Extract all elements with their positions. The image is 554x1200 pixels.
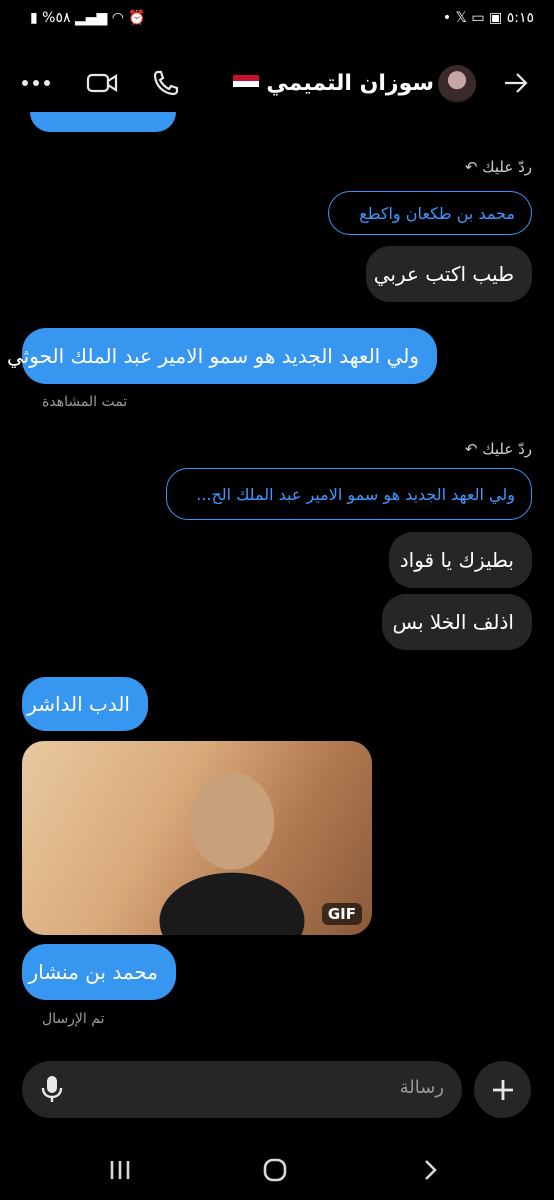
message-text: طيب اكتب عربي bbox=[373, 262, 514, 286]
sent-status: تم الإرسال bbox=[42, 1011, 105, 1027]
partial-outgoing-bubble bbox=[30, 112, 176, 132]
contact-name-text: سوزان التميمي bbox=[266, 71, 434, 96]
dot-icon: • bbox=[442, 10, 452, 26]
arrow-right-icon[interactable] bbox=[500, 67, 532, 99]
reply-label-text: ردّ عليك bbox=[482, 158, 532, 176]
reply-label: ردّ عليك ↶ bbox=[465, 158, 532, 176]
message-input[interactable]: رسالة bbox=[400, 1077, 444, 1098]
reply-quote-text: محمد بن طكعان واكطع bbox=[359, 203, 515, 223]
x-app-icon: 𝕏 bbox=[455, 10, 467, 26]
status-right: • 𝕏 ▭ ▣ ٥:١٥ bbox=[443, 10, 534, 26]
recents-nav-button[interactable] bbox=[100, 1152, 140, 1188]
contact-name[interactable]: سوزان التميمي bbox=[225, 71, 434, 96]
chat-header: سوزان التميمي bbox=[0, 55, 554, 115]
incoming-message[interactable]: طيب اكتب عربي bbox=[366, 246, 532, 302]
clock-time: ٥:١٥ bbox=[506, 10, 534, 26]
reply-arrow-icon: ↶ bbox=[464, 440, 478, 458]
battery-level: %٥٨ bbox=[42, 10, 71, 26]
image-icon: ▣ bbox=[489, 10, 503, 26]
back-nav-button[interactable] bbox=[410, 1152, 450, 1188]
plus-icon bbox=[492, 1079, 513, 1100]
recents-icon bbox=[110, 1161, 130, 1179]
incoming-message[interactable]: اذلف الخلا بس bbox=[382, 594, 532, 650]
status-left: ▮ %٥٨ ▂▄▆ ◠ ⏰ bbox=[30, 10, 146, 26]
add-button[interactable] bbox=[474, 1061, 531, 1118]
gif-message[interactable]: GIF bbox=[22, 741, 372, 935]
reply-label-text: ردّ عليك bbox=[482, 440, 532, 458]
outgoing-message[interactable]: محمد بن منشار bbox=[22, 944, 176, 1000]
wifi-icon: ◠ bbox=[111, 10, 124, 26]
outgoing-message[interactable]: الدب الداشر bbox=[22, 677, 148, 731]
gif-badge: GIF bbox=[321, 903, 362, 925]
alarm-icon: ⏰ bbox=[128, 10, 146, 26]
message-input-bar[interactable]: رسالة bbox=[22, 1061, 462, 1118]
video-icon[interactable] bbox=[86, 67, 118, 99]
message-text: ولي العهد الجديد هو سمو الامير عبد الملك… bbox=[7, 344, 419, 368]
message-text: الدب الداشر bbox=[27, 692, 130, 716]
screen-icon: ▭ bbox=[471, 10, 485, 26]
more-icon[interactable] bbox=[20, 67, 52, 99]
message-text: محمد بن منشار bbox=[28, 960, 158, 984]
home-icon bbox=[263, 1158, 287, 1182]
reply-quote[interactable]: محمد بن طكعان واكطع bbox=[328, 191, 532, 235]
incoming-message[interactable]: بطيزك يا قواد bbox=[389, 532, 532, 588]
iraq-flag-icon bbox=[232, 75, 259, 93]
microphone-icon[interactable] bbox=[36, 1073, 68, 1105]
message-text: اذلف الخلا بس bbox=[392, 610, 514, 634]
outgoing-message[interactable]: ولي العهد الجديد هو سمو الامير عبد الملك… bbox=[7, 328, 437, 384]
reply-label: ردّ عليك ↶ bbox=[465, 440, 532, 458]
reply-quote-text: ولي العهد الجديد هو سمو الامير عبد الملك… bbox=[196, 484, 515, 504]
avatar[interactable] bbox=[438, 65, 476, 103]
phone-icon[interactable] bbox=[150, 67, 182, 99]
reply-arrow-icon: ↶ bbox=[464, 158, 478, 176]
reply-quote[interactable]: ولي العهد الجديد هو سمو الامير عبد الملك… bbox=[166, 468, 532, 520]
seen-status: تمت المشاهدة bbox=[42, 394, 128, 410]
home-nav-button[interactable] bbox=[255, 1152, 295, 1188]
status-bar: ▮ %٥٨ ▂▄▆ ◠ ⏰ • 𝕏 ▭ ▣ ٥:١٥ bbox=[0, 0, 554, 40]
signal-icon: ▂▄▆ bbox=[74, 10, 108, 26]
battery-icon: ▮ bbox=[30, 10, 38, 26]
chevron-right-icon bbox=[425, 1160, 437, 1180]
message-text: بطيزك يا قواد bbox=[399, 548, 514, 572]
